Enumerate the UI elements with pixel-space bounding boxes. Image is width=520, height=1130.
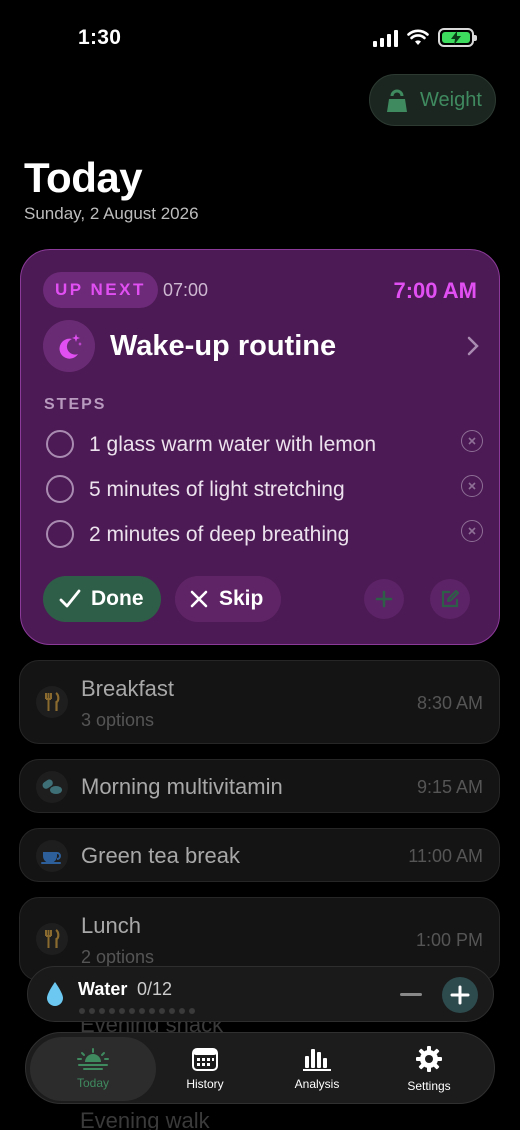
step-text: 5 minutes of light stretching — [89, 478, 345, 501]
fork-knife-icon — [36, 923, 68, 955]
schedule-item-green-tea[interactable]: Green tea break 11:00 AM — [19, 828, 500, 882]
step-checkbox[interactable] — [46, 430, 74, 458]
decrease-water-button[interactable] — [400, 993, 422, 996]
status-time: 1:30 — [78, 26, 122, 49]
steps-label: STEPS — [44, 396, 107, 413]
item-time: 1:00 PM — [415, 930, 483, 950]
bar-chart-icon — [303, 1049, 331, 1071]
sunrise-icon — [77, 1048, 109, 1070]
battery-icon — [438, 28, 477, 47]
up-next-time: 7:00 AM — [393, 278, 477, 303]
charging-bolt-icon — [451, 30, 461, 45]
up-next-badge: UP NEXT — [43, 272, 158, 308]
skip-button[interactable]: Skip — [175, 576, 281, 622]
status-icons — [373, 28, 477, 47]
routine-title[interactable]: Wake-up routine — [110, 330, 336, 363]
remove-step-icon[interactable] — [461, 475, 483, 497]
item-time: 11:00 AM — [408, 846, 483, 866]
calendar-icon — [192, 1048, 218, 1071]
teacup-icon — [36, 840, 68, 872]
step-text: 1 glass warm water with lemon — [89, 433, 377, 456]
step-text: 2 minutes of deep breathing — [89, 523, 350, 546]
edit-routine-button[interactable] — [430, 579, 470, 619]
weight-button[interactable]: Weight — [369, 74, 496, 126]
water-drop-icon — [47, 982, 63, 1006]
step-checkbox[interactable] — [46, 520, 74, 548]
schedule-item-multivitamin[interactable]: Morning multivitamin 9:15 AM — [19, 759, 500, 813]
item-time: 9:15 AM — [416, 777, 483, 797]
schedule-item-breakfast[interactable]: Breakfast 3 options 8:30 AM — [19, 660, 500, 744]
increase-water-button[interactable] — [442, 977, 478, 1013]
tab-analysis[interactable]: Analysis — [254, 1037, 380, 1101]
tab-settings[interactable]: Settings — [366, 1037, 492, 1101]
kettlebell-icon — [387, 89, 407, 112]
tab-label: Today — [76, 1076, 110, 1090]
edit-icon — [441, 590, 459, 608]
item-title: Breakfast — [81, 676, 174, 701]
step-item: 1 glass warm water with lemon — [43, 427, 483, 463]
item-title: Lunch — [81, 913, 141, 938]
pills-icon — [36, 771, 68, 803]
remove-step-icon[interactable] — [461, 430, 483, 452]
skip-label: Skip — [219, 587, 264, 610]
checkmark-icon — [59, 589, 81, 608]
plus-icon — [450, 985, 470, 1005]
tab-today[interactable]: Today — [30, 1037, 156, 1101]
add-step-button[interactable] — [364, 579, 404, 619]
up-next-card[interactable]: UP NEXT 07:00 7:00 AM Wake-up routine ST… — [20, 249, 500, 645]
page-date: Sunday, 2 August 2026 — [24, 204, 199, 223]
water-progress-dots — [79, 1008, 195, 1014]
status-bar: 1:30 — [0, 0, 520, 76]
step-item: 5 minutes of light stretching — [43, 472, 483, 508]
wifi-icon — [407, 29, 429, 45]
water-count: 0/12 — [137, 979, 173, 999]
item-time: 8:30 AM — [416, 693, 483, 713]
plus-icon — [375, 590, 393, 608]
item-subtitle: 2 options — [81, 947, 155, 967]
close-icon — [190, 590, 208, 608]
fork-knife-icon — [36, 686, 68, 718]
item-title: Morning multivitamin — [81, 774, 283, 799]
tab-label: Settings — [407, 1079, 451, 1093]
tab-history[interactable]: History — [142, 1037, 268, 1101]
water-label: Water — [78, 979, 128, 999]
tab-bar: Today History Analysis Settings — [25, 1032, 495, 1104]
step-checkbox[interactable] — [46, 475, 74, 503]
tab-label: Analysis — [294, 1077, 340, 1091]
item-title: Evening walk — [80, 1108, 210, 1130]
remove-step-icon[interactable] — [461, 520, 483, 542]
item-title: Green tea break — [81, 843, 240, 868]
page-title: Today — [24, 154, 143, 201]
moon-stars-icon — [43, 320, 95, 372]
tab-label: History — [186, 1077, 224, 1091]
chevron-right-icon[interactable] — [467, 336, 479, 356]
gear-icon — [416, 1046, 442, 1072]
cellular-signal-icon — [373, 29, 398, 47]
up-next-badge-time: 07:00 — [163, 280, 209, 300]
done-button[interactable]: Done — [43, 576, 161, 622]
water-tracker: Water 0/12 — [27, 966, 494, 1022]
weight-label: Weight — [420, 88, 482, 111]
done-label: Done — [91, 587, 144, 610]
step-item: 2 minutes of deep breathing — [43, 517, 483, 553]
item-subtitle: 3 options — [81, 710, 155, 730]
